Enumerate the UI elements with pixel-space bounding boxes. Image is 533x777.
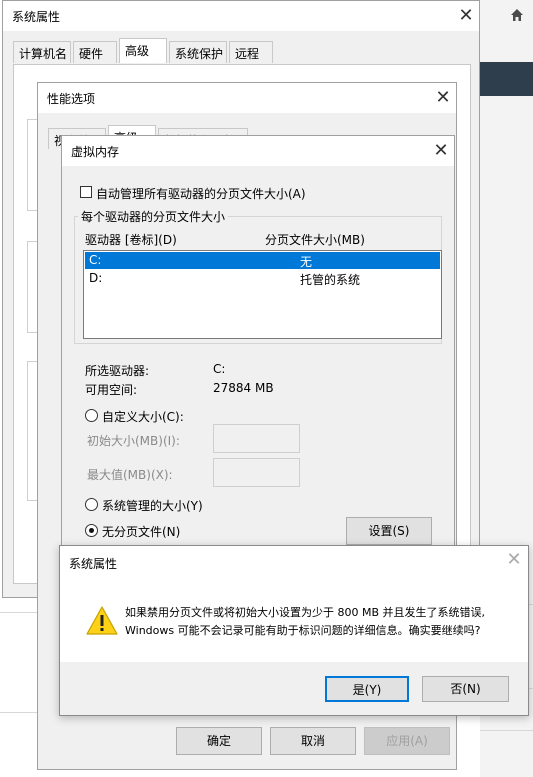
apply-button[interactable]: 应用(A) [364,727,450,755]
title-bar: 系统属性 ✕ [3,1,479,31]
column-header-drive: 驱动器 [卷标](D) [85,233,177,247]
close-icon[interactable]: ✕ [455,5,477,27]
set-button[interactable]: 设置(S) [346,517,432,545]
title-bar: 虚拟内存 ✕ [62,136,454,166]
tab-hardware[interactable]: 硬件 [73,41,117,63]
tab-system-protection[interactable]: 系统保护 [169,41,227,63]
dialog-title: 虚拟内存 [71,145,120,159]
background-divider [0,712,40,713]
no-button[interactable]: 否(N) [422,676,509,702]
close-icon[interactable]: ✕ [503,549,525,571]
system-managed-radio[interactable] [85,498,98,511]
title-bar: 性能选项 ✕ [38,83,456,113]
home-icon[interactable] [510,8,524,22]
window-title: 性能选项 [47,92,96,106]
auto-manage-checkbox[interactable] [80,186,92,198]
max-size-label: 最大值(MB)(X): [87,468,173,482]
selected-drive-value: C: [213,362,226,376]
custom-size-label[interactable]: 自定义大小(C): [102,408,184,425]
ok-button[interactable]: 确定 [176,727,262,755]
background-header-bar [480,62,533,96]
drive-letter: C: [89,253,102,267]
warning-icon [86,606,118,635]
message-line-2: Windows 可能不会记录可能有助于标识问题的详细信息。确实要继续吗? [125,624,481,637]
no-paging-file-radio[interactable] [85,524,98,537]
background-divider [480,730,533,731]
tab-computer-name[interactable]: 计算机名 [13,41,71,63]
close-icon[interactable]: ✕ [432,87,454,109]
custom-size-radio[interactable] [85,409,98,422]
drive-letter: D: [89,271,103,285]
group-label: 每个驱动器的分页文件大小 [78,208,229,225]
column-header-size: 分页文件大小(MB) [265,233,365,247]
yes-button[interactable]: 是(Y) [325,676,409,702]
no-paging-file-label[interactable]: 无分页文件(N) [102,523,180,540]
initial-size-field[interactable] [213,424,300,453]
message-line-1: 如果禁用分页文件或将初始大小设置为少于 800 MB 并且发生了系统错误, [125,606,486,619]
close-icon[interactable]: ✕ [430,140,452,162]
max-size-field[interactable] [213,458,300,487]
initial-size-label: 初始大小(MB)(I): [87,434,180,448]
tab-advanced[interactable]: 高级 [119,38,167,63]
cancel-button[interactable]: 取消 [270,727,356,755]
list-item[interactable]: C: 无 [85,252,440,269]
selected-drive-label: 所选驱动器: [85,364,150,378]
auto-manage-label[interactable]: 自动管理所有驱动器的分页文件大小(A) [96,185,306,202]
confirm-dialog: 系统属性 ✕ 如果禁用分页文件或将初始大小设置为少于 800 MB 并且发生了系… [59,545,529,716]
list-item[interactable]: D: 托管的系统 [85,270,440,287]
tab-remote[interactable]: 远程 [229,41,273,63]
free-space-label: 可用空间: [85,383,138,397]
system-managed-label[interactable]: 系统管理的大小(Y) [102,497,203,514]
window-title: 系统属性 [12,10,61,24]
drive-paging-size: 托管的系统 [300,273,361,287]
drive-paging-size: 无 [300,255,313,269]
dialog-title: 系统属性 [69,557,118,571]
free-space-value: 27884 MB [213,381,274,395]
virtual-memory-dialog: 虚拟内存 ✕ 自动管理所有驱动器的分页文件大小(A) 每个驱动器的分页文件大小 … [61,135,455,547]
drive-list[interactable]: C: 无 D: 托管的系统 [83,250,442,339]
